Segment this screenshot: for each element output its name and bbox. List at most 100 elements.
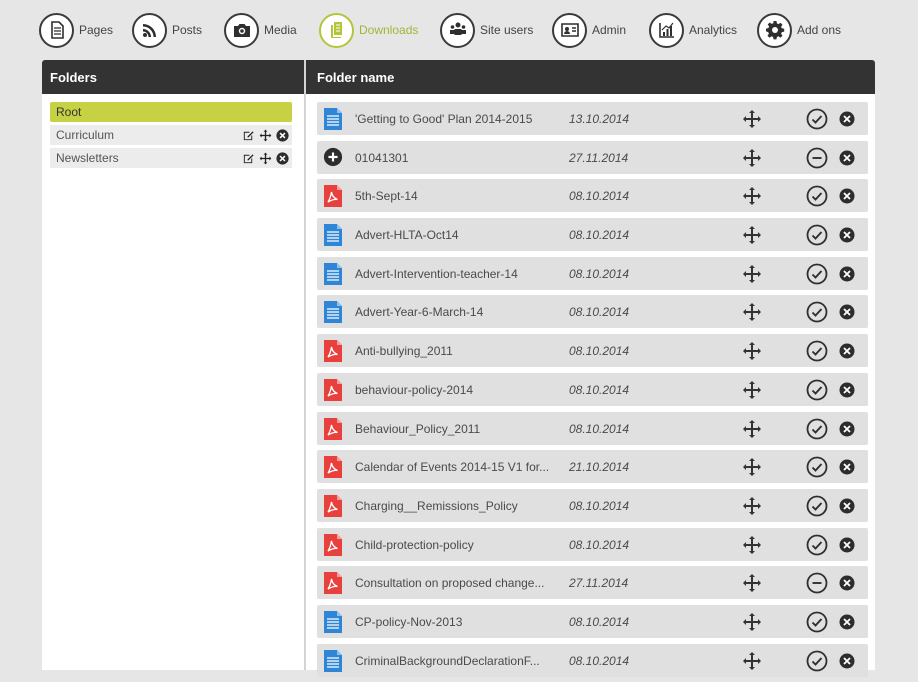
move-icon[interactable] — [742, 419, 762, 439]
file-row[interactable]: 'Getting to Good' Plan 2014-2015 13.10.20… — [317, 102, 868, 135]
delete-icon[interactable] — [839, 111, 855, 127]
file-name[interactable]: Charging__Remissions_Policy — [355, 499, 560, 513]
file-row[interactable]: Charging__Remissions_Policy 08.10.2014 — [317, 488, 868, 522]
file-row[interactable]: Calendar of Events 2014-15 V1 for... 21.1… — [317, 450, 868, 484]
delete-icon[interactable] — [839, 227, 855, 243]
pdf-file-icon — [323, 417, 343, 440]
file-name[interactable]: CP-policy-Nov-2013 — [355, 615, 560, 629]
file-row[interactable]: Behaviour_Policy_2011 08.10.2014 — [317, 411, 868, 445]
delete-icon[interactable] — [839, 150, 855, 166]
published-check-icon[interactable] — [806, 224, 828, 246]
delete-icon[interactable] — [839, 382, 855, 398]
published-check-icon[interactable] — [806, 611, 828, 633]
move-icon[interactable] — [742, 535, 762, 555]
delete-icon[interactable] — [839, 459, 855, 475]
nav-downloads[interactable]: Downloads — [319, 12, 418, 48]
nav-pages[interactable]: Pages — [39, 12, 113, 48]
file-name[interactable]: 'Getting to Good' Plan 2014-2015 — [355, 112, 560, 126]
file-row[interactable]: Child-protection-policy 08.10.2014 — [317, 527, 868, 561]
file-name[interactable]: Behaviour_Policy_2011 — [355, 422, 560, 436]
folder-item-root[interactable]: Root — [50, 102, 292, 122]
document-file-icon — [323, 649, 343, 672]
delete-icon[interactable] — [839, 575, 855, 591]
edit-icon[interactable] — [241, 128, 255, 142]
published-check-icon[interactable] — [806, 418, 828, 440]
move-icon[interactable] — [742, 264, 762, 284]
move-icon[interactable] — [742, 225, 762, 245]
file-row[interactable]: 5th-Sept-14 08.10.2014 — [317, 179, 868, 213]
nav-posts[interactable]: Posts — [132, 12, 202, 48]
published-check-icon[interactable] — [806, 379, 828, 401]
rss-icon — [132, 12, 167, 48]
file-name[interactable]: 01041301 — [355, 151, 560, 165]
published-check-icon[interactable] — [806, 534, 828, 556]
move-icon[interactable] — [742, 612, 762, 632]
move-icon[interactable] — [742, 651, 762, 671]
move-icon[interactable] — [742, 109, 762, 129]
move-icon[interactable] — [742, 341, 762, 361]
move-icon[interactable] — [742, 302, 762, 322]
move-icon[interactable] — [742, 573, 762, 593]
move-icon[interactable] — [742, 380, 762, 400]
unpublished-minus-icon[interactable] — [806, 147, 828, 169]
file-date: 27.11.2014 — [569, 576, 629, 591]
delete-icon[interactable] — [839, 188, 855, 204]
file-row[interactable]: 01041301 27.11.2014 — [317, 140, 868, 174]
nav-site-users[interactable]: Site users — [440, 12, 533, 48]
file-row[interactable]: behaviour-policy-2014 08.10.2014 — [317, 372, 868, 406]
move-icon[interactable] — [742, 186, 762, 206]
file-name[interactable]: Advert-Year-6-March-14 — [355, 305, 560, 319]
file-name[interactable]: Advert-HLTA-Oct14 — [355, 228, 560, 242]
delete-icon[interactable] — [275, 151, 289, 165]
folder-item-newsletters[interactable]: Newsletters — [50, 148, 292, 168]
nav-add-ons[interactable]: Add ons — [757, 12, 841, 48]
delete-icon[interactable] — [839, 498, 855, 514]
nav-media[interactable]: Media — [224, 12, 297, 48]
file-row[interactable]: Consultation on proposed change... 27.11.… — [317, 566, 868, 600]
file-name[interactable]: Consultation on proposed change... — [355, 576, 560, 590]
delete-icon[interactable] — [839, 304, 855, 320]
delete-icon[interactable] — [839, 537, 855, 553]
move-icon[interactable] — [258, 128, 272, 142]
delete-icon[interactable] — [275, 128, 289, 142]
file-date: 08.10.2014 — [569, 266, 630, 281]
published-check-icon[interactable] — [806, 185, 828, 207]
published-check-icon[interactable] — [806, 263, 828, 285]
file-name[interactable]: Advert-Intervention-teacher-14 — [355, 267, 560, 281]
file-row[interactable]: Advert-HLTA-Oct14 08.10.2014 — [317, 218, 868, 252]
file-name[interactable]: Calendar of Events 2014-15 V1 for... — [355, 460, 560, 474]
document-file-icon — [323, 108, 343, 130]
move-icon[interactable] — [742, 148, 762, 168]
folder-item-curriculum[interactable]: Curriculum — [50, 125, 292, 145]
unpublished-minus-icon[interactable] — [806, 572, 828, 594]
file-name[interactable]: Child-protection-policy — [355, 538, 560, 552]
edit-icon[interactable] — [241, 151, 255, 165]
published-check-icon[interactable] — [806, 650, 828, 672]
file-row[interactable]: CriminalBackgroundDeclarationF... 08.10.2… — [317, 643, 868, 677]
published-check-icon[interactable] — [806, 340, 828, 362]
move-icon[interactable] — [742, 496, 762, 516]
file-date: 08.10.2014 — [569, 228, 630, 243]
file-row[interactable]: CP-policy-Nov-2013 08.10.2014 — [317, 604, 868, 638]
published-check-icon[interactable] — [806, 301, 828, 323]
file-row[interactable]: Advert-Year-6-March-14 08.10.2014 — [317, 295, 868, 329]
published-check-icon[interactable] — [806, 456, 828, 478]
file-row[interactable]: Advert-Intervention-teacher-14 08.10.2014 — [317, 256, 868, 290]
delete-icon[interactable] — [839, 421, 855, 437]
published-check-icon[interactable] — [806, 108, 828, 130]
published-check-icon[interactable] — [806, 495, 828, 517]
file-name[interactable]: 5th-Sept-14 — [355, 189, 560, 203]
delete-icon[interactable] — [839, 266, 855, 282]
nav-admin[interactable]: Admin — [552, 12, 626, 48]
delete-icon[interactable] — [839, 653, 855, 669]
nav-analytics[interactable]: Analytics — [649, 12, 737, 48]
file-name[interactable]: Anti-bullying_2011 — [355, 344, 560, 358]
move-icon[interactable] — [742, 457, 762, 477]
delete-icon[interactable] — [839, 614, 855, 630]
folder-name-heading: Folder name — [317, 70, 395, 85]
file-name[interactable]: CriminalBackgroundDeclarationF... — [355, 654, 560, 668]
delete-icon[interactable] — [839, 343, 855, 359]
file-row[interactable]: Anti-bullying_2011 08.10.2014 — [317, 334, 868, 368]
move-icon[interactable] — [258, 151, 272, 165]
file-name[interactable]: behaviour-policy-2014 — [355, 383, 560, 397]
